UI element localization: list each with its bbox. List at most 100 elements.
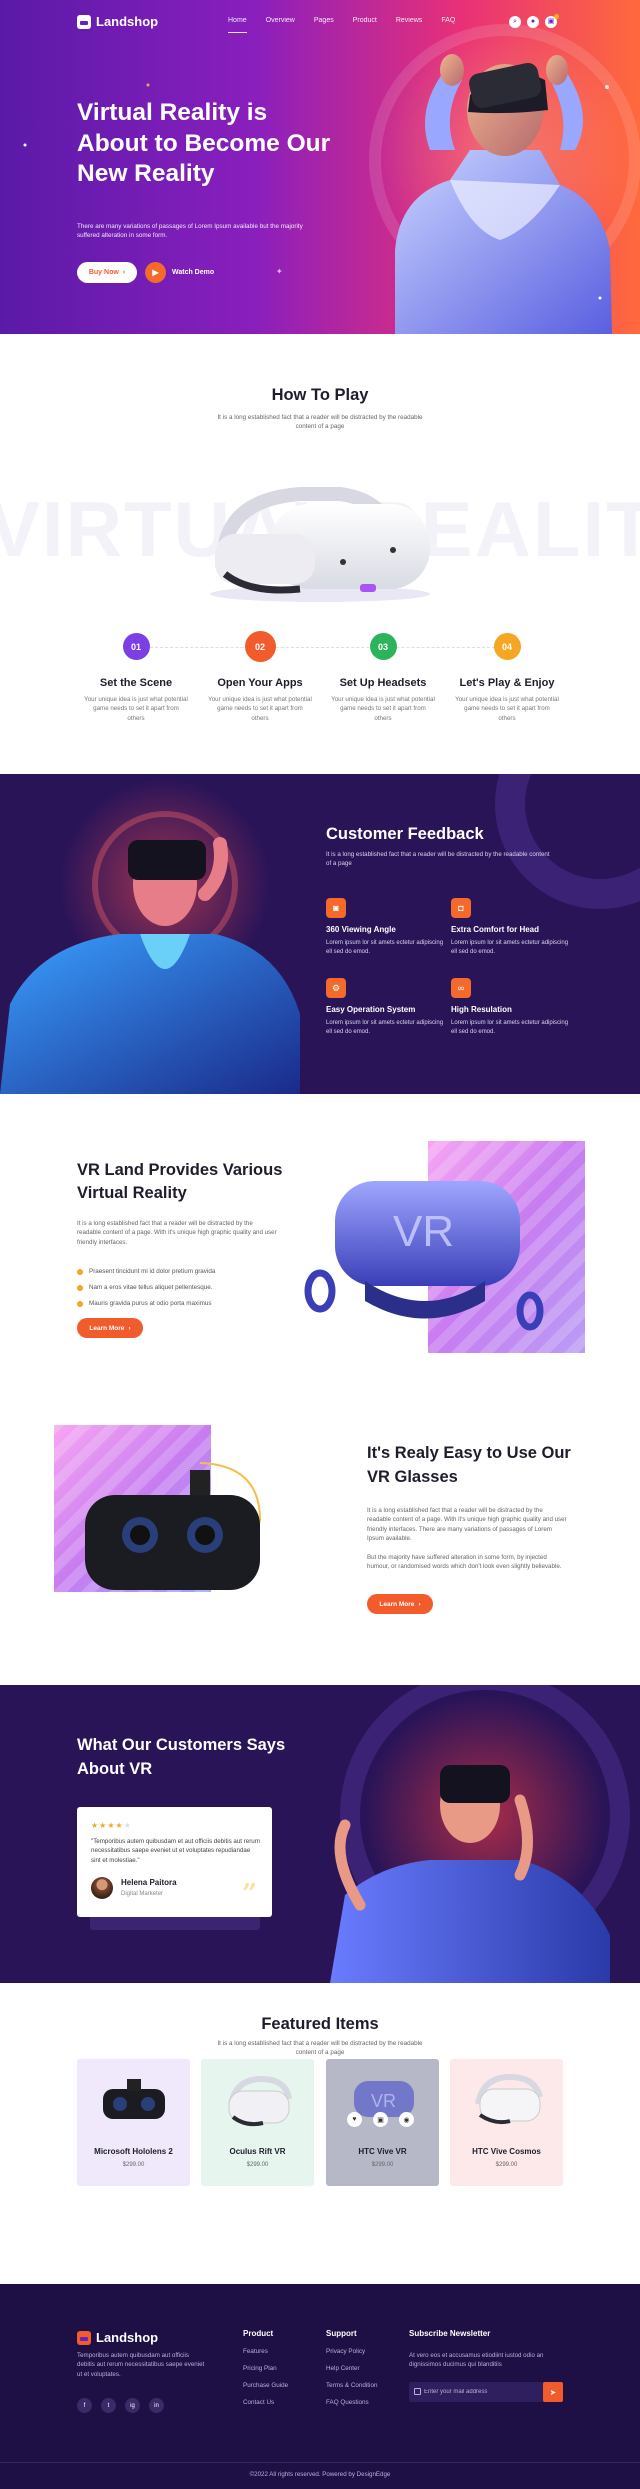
feature-title: High Resulation (451, 1005, 512, 1014)
footer-link-terms[interactable]: Terms & Condition (326, 2382, 377, 2389)
logo-icon (77, 2330, 91, 2345)
featured-subtitle: It is a long established fact that a rea… (217, 2040, 423, 2057)
nav-item-reviews[interactable]: Reviews (396, 17, 422, 24)
footer-description: Temporibus autem quibusdam aut officiis … (77, 2352, 205, 2378)
testimonial-quote: "Temporibus autem quibusdam et aut offic… (91, 1838, 260, 1864)
step-title: Set the Scene (99, 677, 173, 689)
play-icon: ▶ (145, 262, 166, 283)
hero-description: There are many variations of passages of… (77, 223, 303, 240)
product-card-hovered[interactable]: VR ♥ ▣ ◉ HTC Vive VR $299.00 (326, 2059, 439, 2186)
step-item: 01 Set the Scene Your unique idea is jus… (74, 633, 198, 723)
user-icon[interactable]: ● (527, 16, 539, 28)
nav-item-product[interactable]: Product (353, 17, 377, 24)
feature-description: Lorem ipsum lor sit amets ectetur adipis… (451, 1020, 569, 1035)
product-image (228, 2075, 292, 2127)
eye-icon[interactable]: ◉ (399, 2112, 414, 2127)
step-number: 02 (244, 631, 276, 662)
quote-mark-icon: ” (242, 1879, 257, 1909)
headset-icon: ◘ (451, 898, 471, 918)
customer-feedback-section: Customer Feedback It is a long establish… (0, 774, 640, 1094)
cart-icon[interactable]: ▣ (373, 2112, 388, 2127)
vr-product-image: VR (304, 1141, 585, 1353)
step-number: 01 (122, 633, 150, 660)
star-icon: ★ (91, 1821, 100, 1830)
footer-newsletter-column: Subscribe Newsletter (409, 2329, 490, 2338)
star-icon: ★ (115, 1821, 124, 1830)
feedback-title: Customer Feedback (326, 825, 484, 843)
instagram-icon[interactable]: ig (125, 2398, 140, 2413)
social-links: f t ig in (77, 2398, 164, 2413)
avatar (91, 1877, 113, 1899)
nav-item-pages[interactable]: Pages (314, 17, 334, 24)
product-price: $299.00 (246, 2162, 269, 2168)
testimonial-title: What Our Customers Says About VR (77, 1736, 286, 1778)
footer-column-title: Support (326, 2329, 357, 2338)
footer-link-pricing[interactable]: Pricing Plan (243, 2365, 288, 2372)
step-item: 02 Open Your Apps Your unique idea is ju… (198, 631, 322, 723)
vr-label: VR (393, 1207, 454, 1256)
vr-icon: ◙ (326, 898, 346, 918)
feature-title: Easy Operation System (326, 1005, 416, 1014)
watch-demo-label: Watch Demo (172, 269, 215, 276)
product-card[interactable]: HTC Vive Cosmos $299.00 (450, 2059, 563, 2186)
testimonial-section: What Our Customers Says About VR ★★★★★ "… (0, 1685, 640, 1983)
product-card[interactable]: Oculus Rift VR $299.00 (201, 2059, 314, 2186)
learn-more-button[interactable]: Learn More › (367, 1594, 433, 1614)
product-name: HTC Vive Cosmos (472, 2147, 541, 2156)
product-image: VR (354, 2081, 414, 2117)
heart-icon[interactable]: ♥ (347, 2112, 362, 2127)
step-description: Your unique idea is just what potential … (208, 696, 312, 722)
buy-now-label: Buy Now (88, 269, 119, 276)
nav-item-home[interactable]: Home (228, 17, 247, 33)
star-empty-icon: ★ (123, 1821, 132, 1830)
footer-link-contact[interactable]: Contact Us (243, 2399, 288, 2406)
send-icon[interactable]: ➤ (543, 2382, 563, 2402)
gear-icon: ⚙ (326, 978, 346, 998)
footer-link-help[interactable]: Help Center (326, 2365, 377, 2372)
featured-items-section: Featured Items It is a long established … (0, 1983, 640, 2284)
star-rating: ★★★★★ (91, 1821, 132, 1830)
nav-actions: ⌕ ● ▣ (509, 14, 559, 28)
easy-title: It's Realy Easy to Use Our VR Glasses (367, 1444, 571, 1486)
learn-more-label: Learn More (379, 1600, 415, 1608)
chevron-right-icon: › (418, 1600, 421, 1608)
feature-description: Lorem ipsum lor sit amets ectetur adipis… (326, 940, 444, 955)
newsletter-form: ➤ (409, 2382, 563, 2402)
twitter-icon[interactable]: t (101, 2398, 116, 2413)
footer-column-title: Subscribe Newsletter (409, 2329, 491, 2338)
brand-logo[interactable]: Landshop (77, 14, 158, 29)
footer-link-privacy[interactable]: Privacy Policy (326, 2348, 377, 2355)
footer-link-faq[interactable]: FAQ Questions (326, 2399, 377, 2406)
search-icon[interactable]: ⌕ (509, 16, 521, 28)
footer-link-features[interactable]: Features (243, 2348, 288, 2355)
nav-item-overview[interactable]: Overview (266, 17, 295, 24)
vr-label: VR (371, 2091, 396, 2111)
product-name: Oculus Rift VR (229, 2147, 286, 2156)
footer-link-purchase-guide[interactable]: Purchase Guide (243, 2382, 288, 2389)
step-item: 04 Let's Play & Enjoy Your unique idea i… (445, 633, 569, 723)
logo-icon (77, 14, 91, 29)
glasses-icon: ∞ (451, 978, 471, 998)
headset-image (210, 487, 430, 602)
email-field[interactable] (409, 2382, 543, 2402)
provides-description: It is a long established fact that a rea… (77, 1220, 277, 1246)
buy-now-button[interactable]: Buy Now › (77, 262, 137, 283)
facebook-icon[interactable]: f (77, 2398, 92, 2413)
feature-title: 360 Viewing Angle (326, 925, 396, 934)
footer: Landshop Temporibus autem quibusdam aut … (0, 2284, 640, 2489)
product-card[interactable]: Microsoft Hololens 2 $299.00 (77, 2059, 190, 2186)
feature-description: Lorem ipsum lor sit amets ectetur adipis… (451, 940, 569, 955)
feature-item: ⚙ Easy Operation System Lorem ipsum lor … (326, 978, 446, 1037)
learn-more-button[interactable]: Learn More › (77, 1318, 143, 1338)
nav-item-faq[interactable]: FAQ (441, 17, 455, 24)
how-subtitle: It is a long established fact that a rea… (217, 414, 423, 431)
linkedin-icon[interactable]: in (149, 2398, 164, 2413)
watch-demo-button[interactable]: ▶ Watch Demo (145, 262, 214, 283)
footer-brand-logo[interactable]: Landshop (77, 2330, 158, 2345)
step-description: Your unique idea is just what potential … (455, 696, 559, 722)
step-item: 03 Set Up Headsets Your unique idea is j… (321, 633, 445, 723)
hero-title: Virtual Reality is About to Become Our N… (77, 99, 331, 188)
cart-icon[interactable]: ▣ (545, 14, 559, 28)
feedback-subtitle: It is a long established fact that a rea… (326, 851, 550, 867)
step-description: Your unique idea is just what potential … (84, 696, 188, 722)
